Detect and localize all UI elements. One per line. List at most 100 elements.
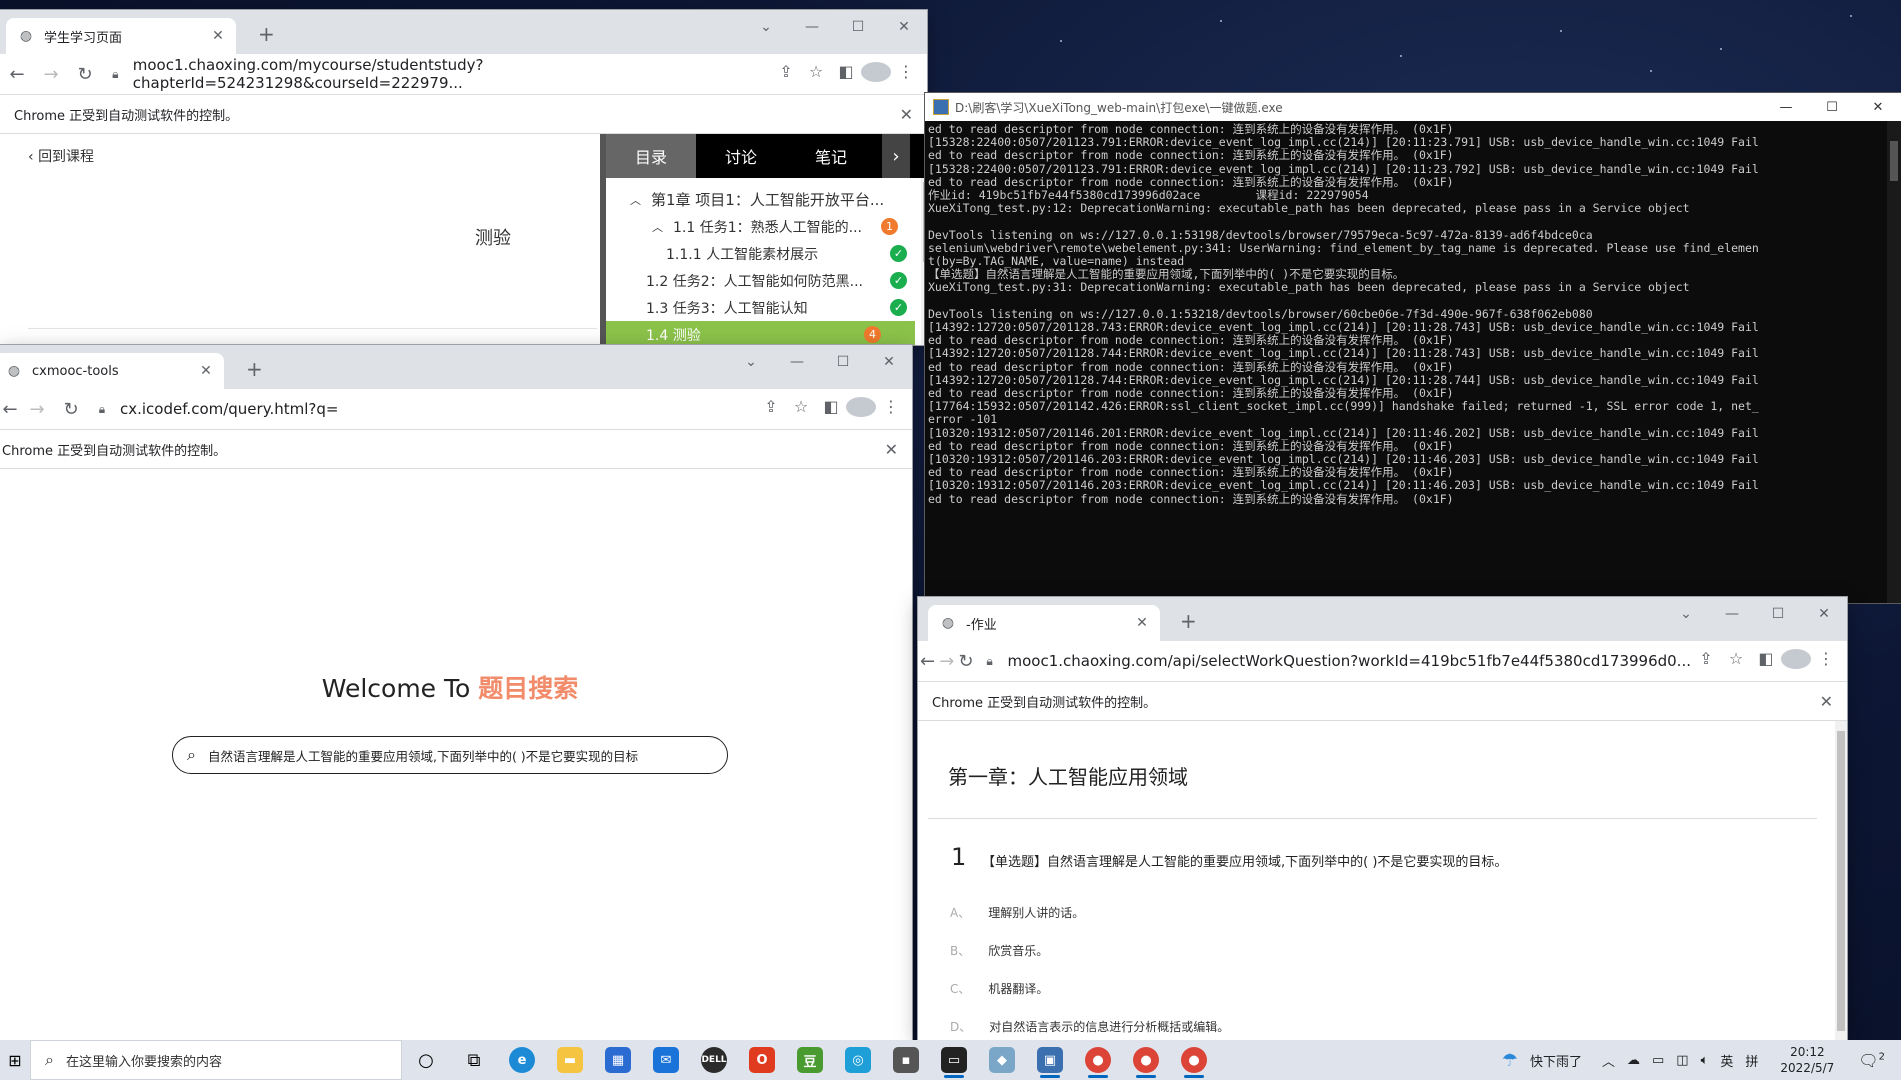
python-exe-icon[interactable]: ▣ [1026,1040,1074,1080]
tab-catalog[interactable]: 目录 [606,134,696,178]
back-button[interactable]: ← [918,651,937,672]
chrome-app-icon[interactable]: ● [1074,1040,1122,1080]
forward-button[interactable]: → [34,64,68,85]
ime-mode[interactable]: 拼 [1739,1051,1764,1070]
maximize-button[interactable]: ☐ [1809,93,1855,121]
close-window-button[interactable]: ✕ [881,10,927,44]
menu-icon[interactable]: ⋮ [891,62,921,86]
weather-text[interactable]: 快下雨了 [1524,1051,1588,1070]
close-window-button[interactable]: ✕ [1801,597,1847,631]
answer-option[interactable]: A、 理解别人讲的话。 [950,904,1084,921]
answer-option[interactable]: D、 对自然语言表示的信息进行分析概括或编辑。 [950,1018,1229,1035]
bookmark-star-icon[interactable]: ☆ [786,397,816,421]
reload-button[interactable]: ↻ [54,399,88,420]
forward-button[interactable]: → [937,651,956,672]
maximize-button[interactable]: ☐ [820,345,866,379]
browser-tab[interactable]: ◍ -作业 ✕ [928,605,1160,641]
tab-notes[interactable]: 笔记 [786,134,876,178]
chapter-item[interactable]: ︿ 第1章 项目1：人工智能开放平台... [606,186,927,213]
console-scrollbar[interactable] [1887,121,1901,603]
side-panel-icon[interactable]: ◧ [831,62,861,86]
close-window-button[interactable]: ✕ [866,345,912,379]
menu-icon[interactable]: ⋮ [1811,649,1841,673]
browser-tab[interactable]: ◍ cxmooc-tools ✕ [0,353,224,389]
close-infobar-icon[interactable]: ✕ [1820,692,1833,711]
side-panel-icon[interactable]: ◧ [1751,649,1781,673]
close-tab-icon[interactable]: ✕ [196,363,216,379]
reload-button[interactable]: ↻ [956,651,975,672]
page-scrollbar[interactable] [1835,721,1847,1040]
back-button[interactable]: ← [0,64,34,85]
maximize-button[interactable]: ☐ [835,10,881,44]
close-tab-icon[interactable]: ✕ [1132,615,1152,631]
answer-option[interactable]: C、 机器翻译。 [950,980,1048,997]
notification-icon[interactable]: 🗨︎2 [1850,1051,1901,1070]
share-icon[interactable]: ⇪ [756,397,786,421]
reload-button[interactable]: ↻ [68,64,102,85]
chevron-down-icon[interactable]: ⌄ [728,345,774,379]
address-bar[interactable]: 🔒︎ cx.icodef.com/query.html?q= [92,394,756,424]
cloud-icon[interactable]: ☁ [1621,1053,1646,1068]
chrome-app-icon[interactable]: ● [1122,1040,1170,1080]
ime-language[interactable]: 英 [1714,1051,1739,1070]
back-to-course-link[interactable]: ‹ 回到课程 [28,146,94,166]
file-explorer-icon[interactable]: ▬ [546,1040,594,1080]
answer-option[interactable]: B、 欣赏音乐。 [950,942,1048,959]
minimize-button[interactable]: — [1763,93,1809,121]
weather-icon[interactable]: ☂ [1496,1050,1524,1071]
taskbar-search-box[interactable]: ⌕ 在这里输入你要搜索的内容 [30,1040,402,1080]
menu-icon[interactable]: ⋮ [876,397,906,421]
battery-icon[interactable]: ▭ [1646,1053,1670,1068]
close-window-button[interactable]: ✕ [1855,93,1901,121]
browser-tab[interactable]: ◍ 学生学习页面 ✕ [6,18,236,54]
app-icon[interactable]: 豆 [786,1040,834,1080]
app-icon[interactable]: ◎ [834,1040,882,1080]
chevron-down-icon[interactable]: ⌄ [1663,597,1709,631]
tab-discussion[interactable]: 讨论 [696,134,786,178]
side-panel-icon[interactable]: ◧ [816,397,846,421]
search-input[interactable]: 自然语言理解是人工智能的重要应用领域,下面列举中的( )不是它要实现的目标 [208,746,638,765]
maximize-button[interactable]: ☐ [1755,597,1801,631]
profile-icon[interactable] [861,62,891,86]
task-view-icon[interactable]: ⧉ [450,1040,498,1080]
new-tab-button[interactable]: + [1180,609,1197,633]
clock[interactable]: 20:12 2022/5/7 [1764,1044,1850,1076]
minimize-button[interactable]: — [1709,597,1755,631]
app-icon[interactable]: ▪ [882,1040,930,1080]
mail-app-icon[interactable]: ✉ [642,1040,690,1080]
chapter-item[interactable]: 1.3 任务3：人工智能认知 ✓ [606,294,927,321]
bookmark-star-icon[interactable]: ☆ [801,62,831,86]
close-infobar-icon[interactable]: ✕ [885,440,898,459]
new-tab-button[interactable]: + [246,357,263,381]
chapter-item[interactable]: 1.1.1 人工智能素材展示 ✓ [606,240,927,267]
chevron-up-icon[interactable]: ︿ [1596,1051,1621,1070]
share-icon[interactable]: ⇪ [771,62,801,86]
profile-icon[interactable] [1780,649,1811,673]
minimize-button[interactable]: — [774,345,820,379]
back-button[interactable]: ← [0,399,20,420]
profile-icon[interactable] [846,397,876,421]
share-icon[interactable]: ⇪ [1691,649,1721,673]
app-icon[interactable]: ◆ [978,1040,1026,1080]
chapter-item-active[interactable]: 1.4 测验 4 [606,321,915,345]
bookmark-star-icon[interactable]: ☆ [1721,649,1751,673]
store-app-icon[interactable]: ▦ [594,1040,642,1080]
chrome-app-icon[interactable]: ● [1170,1040,1218,1080]
close-tab-icon[interactable]: ✕ [208,28,228,44]
address-bar[interactable]: 🔒︎ mooc1.chaoxing.com/api/selectWorkQues… [980,646,1691,676]
address-bar[interactable]: 🔒︎ mooc1.chaoxing.com/mycourse/studentst… [106,56,771,92]
edge-app-icon[interactable]: e [498,1040,546,1080]
forward-button[interactable]: → [20,399,54,420]
question-search-box[interactable]: ⌕ 自然语言理解是人工智能的重要应用领域,下面列举中的( )不是它要实现的目标 [172,736,728,774]
new-tab-button[interactable]: + [258,22,275,46]
windows-start-icon[interactable]: ⊞ [0,1040,30,1080]
cortana-icon[interactable]: ○ [402,1040,450,1080]
volume-icon[interactable]: 🔈︎ [1695,1053,1715,1068]
minimize-button[interactable]: — [789,10,835,44]
chevron-right-icon[interactable]: › [882,134,910,178]
chapter-item[interactable]: ︿ 1.1 任务1：熟悉人工智能的... 1 [606,213,927,240]
chevron-down-icon[interactable]: ⌄ [743,10,789,44]
close-infobar-icon[interactable]: ✕ [900,105,913,124]
terminal-app-icon[interactable]: ▭ [930,1040,978,1080]
office-app-icon[interactable]: O [738,1040,786,1080]
